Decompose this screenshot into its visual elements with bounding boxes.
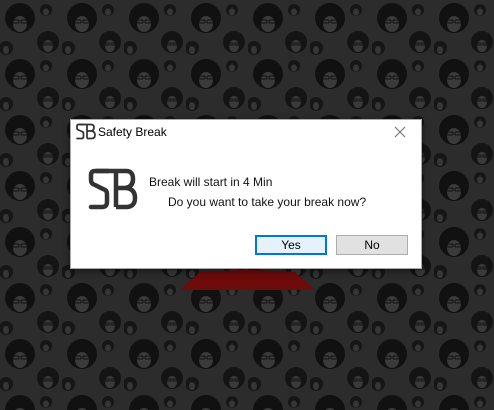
dialog-title: Safety Break	[98, 125, 167, 139]
break-prompt-text: Do you want to take your break now?	[168, 195, 367, 209]
safety-break-dialog: Safety Break Break will start in 4 Min D…	[70, 119, 422, 269]
safety-break-logo-icon	[76, 123, 96, 140]
close-icon	[394, 126, 406, 137]
close-button[interactable]	[379, 120, 421, 143]
break-countdown-text: Break will start in 4 Min	[149, 175, 273, 189]
no-button[interactable]: No	[336, 235, 408, 255]
safety-break-logo	[88, 168, 138, 210]
wallpaper-red-shape	[180, 270, 315, 290]
yes-button[interactable]: Yes	[255, 235, 327, 255]
title-bar[interactable]: Safety Break	[71, 120, 421, 143]
